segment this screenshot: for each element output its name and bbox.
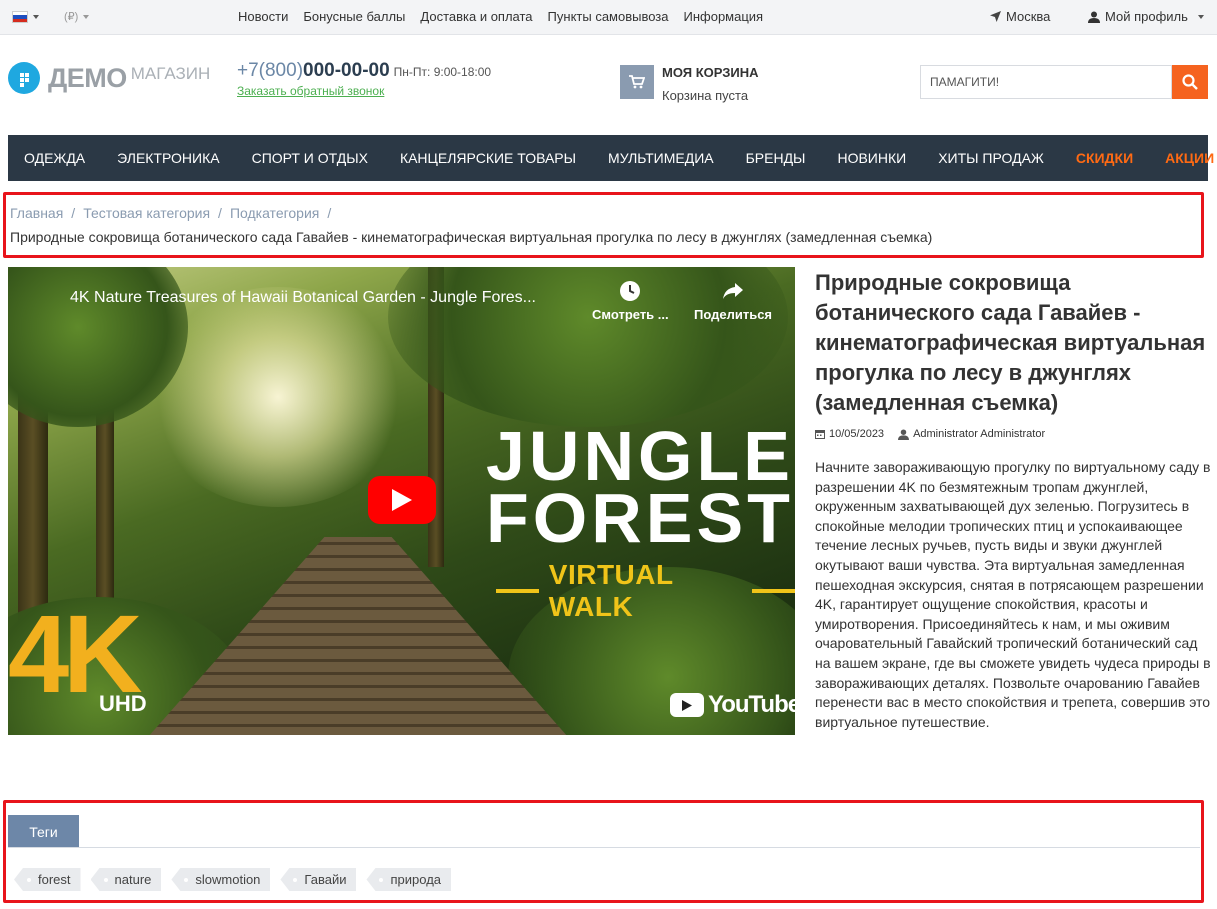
play-button[interactable] [368,476,436,524]
article-body: Начните завораживающую прогулку по вирту… [815,459,1211,730]
article-author-text: Administrator Administrator [913,428,1046,440]
article-date: 10/05/2023 [815,428,884,440]
divider [752,589,795,593]
breadcrumb-category[interactable]: Тестовая категория [83,205,210,221]
video-uhd-badge: UHD [99,691,147,716]
search-input[interactable] [920,65,1172,99]
calendar-icon [815,430,825,439]
tab-tags[interactable]: Теги [8,815,79,848]
breadcrumb-subcategory[interactable]: Подкатегория [230,205,319,221]
nav-item-promo[interactable]: АКЦИИ [1149,150,1217,166]
site-logo[interactable]: ДЕМО МАГАЗИН [8,62,210,94]
tag-slowmotion[interactable]: slowmotion [171,868,271,891]
top-menu-info[interactable]: Информация [684,9,764,24]
clock-icon [620,281,641,301]
video-overlay-sub: VIRTUAL WALK [548,559,674,622]
top-menu-news[interactable]: Новости [238,9,288,24]
nav-item-brands[interactable]: БРЕНДЫ [730,150,822,166]
cart-icon [620,65,654,99]
article-author: Administrator Administrator [898,428,1045,440]
top-menu-bonus[interactable]: Бонусные баллы [303,9,405,24]
annotation-box-breadcrumb [3,192,1204,258]
currency-selector[interactable]: (₽) [64,10,90,23]
location-arrow-icon [990,11,1001,22]
share-label: Поделиться [694,307,773,322]
profile-menu[interactable]: Мой профиль [1088,9,1204,24]
profile-label: Мой профиль [1105,9,1188,24]
russia-flag-icon [12,11,28,23]
youtube-label: YouTube [708,691,795,718]
tag-nature-ru[interactable]: природа [366,868,452,891]
nav-item-sport[interactable]: СПОРТ И ОТДЫХ [236,150,384,166]
user-icon [1088,11,1100,23]
breadcrumb: Главная / Тестовая категория / Подкатегория / [10,205,339,221]
watch-later-button[interactable]: Смотреть ... [592,279,669,322]
breadcrumb-current: Природные сокровища ботанического сада Г… [10,229,933,245]
top-bar: (₽) Новости Бонусные баллы Доставка и оп… [0,0,1217,35]
chevron-down-icon [33,15,39,19]
share-icon [723,283,744,299]
article-date-text: 10/05/2023 [829,428,885,440]
nav-item-new[interactable]: НОВИНКИ [821,150,922,166]
logo-icon [8,62,40,94]
nav-item-clothes[interactable]: ОДЕЖДА [8,150,101,166]
article-meta: 10/05/2023 Administrator Administrator [815,428,1059,440]
top-menu-pickup[interactable]: Пункты самовывоза [548,9,669,24]
language-selector[interactable] [12,11,39,23]
tag-forest[interactable]: forest [14,868,81,891]
nav-item-multimedia[interactable]: МУЛЬТИМЕДИА [592,150,730,166]
video-4k-badge: 4K [8,593,143,716]
phone-block: +7(800)000-00-00 Пн-Пт: 9:00-18:00 [237,60,491,82]
breadcrumb-separator: / [218,205,222,221]
phone-prefix: +7(800) [237,60,304,81]
search-button[interactable] [1172,65,1208,99]
top-menu: Новости Бонусные баллы Доставка и оплата… [238,9,763,24]
logo-subtext: МАГАЗИН [130,64,211,83]
tabs-divider [8,847,1200,848]
video-overlay-title: JUNGLE FOREST [486,417,794,557]
user-icon [898,428,910,440]
video-overlay-line2: FOREST [486,479,794,557]
search-form [920,65,1208,99]
video-player[interactable]: 4K Nature Treasures of Hawaii Botanical … [8,267,795,735]
work-hours: Пн-Пт: 9:00-18:00 [393,65,492,79]
currency-label: (₽) [64,11,79,23]
youtube-logo[interactable]: YouTube [670,691,795,719]
play-icon [392,489,412,511]
phone-number: 000-00-00 [303,60,390,81]
breadcrumb-separator: / [71,205,76,221]
callback-link[interactable]: Заказать обратный звонок [237,84,384,98]
share-button[interactable]: Поделиться [694,279,772,322]
tag-hawaii[interactable]: Гавайи [280,868,357,891]
city-label: Москва [1006,9,1051,24]
nav-item-bestsellers[interactable]: ХИТЫ ПРОДАЖ [922,150,1060,166]
nav-item-sale[interactable]: СКИДКИ [1060,150,1149,166]
chevron-down-icon [83,14,90,19]
tag-nature[interactable]: nature [90,868,162,891]
video-overlay-line1: JUNGLE [486,417,794,495]
cart-status: Корзина пуста [662,88,749,103]
main-nav: ОДЕЖДА ЭЛЕКТРОНИКА СПОРТ И ОТДЫХ КАНЦЕЛЯ… [8,135,1214,181]
nav-item-electronics[interactable]: ЭЛЕКТРОНИКА [101,150,235,166]
tag-list: forest nature slowmotion Гавайи природа [14,868,452,891]
logo-text: ДЕМО [48,62,127,93]
breadcrumb-separator: / [327,205,332,221]
nav-item-stationery[interactable]: КАНЦЕЛЯРСКИЕ ТОВАРЫ [384,150,592,166]
top-menu-delivery[interactable]: Доставка и оплата [420,9,532,24]
watch-later-label: Смотреть ... [592,307,669,322]
cart-widget[interactable]: МОЯ КОРЗИНА Корзина пуста [620,65,759,103]
video-title[interactable]: 4K Nature Treasures of Hawaii Botanical … [70,289,536,307]
city-selector[interactable]: Москва [990,9,1050,24]
article-title: Природные сокровища ботанического сада Г… [815,270,1206,415]
chevron-down-icon [1197,14,1204,19]
video-overlay-subtitle: VIRTUAL WALK [496,559,795,623]
search-icon [1182,74,1198,90]
divider [496,589,539,593]
cart-title: МОЯ КОРЗИНА [662,65,759,80]
breadcrumb-home[interactable]: Главная [10,205,63,221]
youtube-icon [670,693,704,717]
